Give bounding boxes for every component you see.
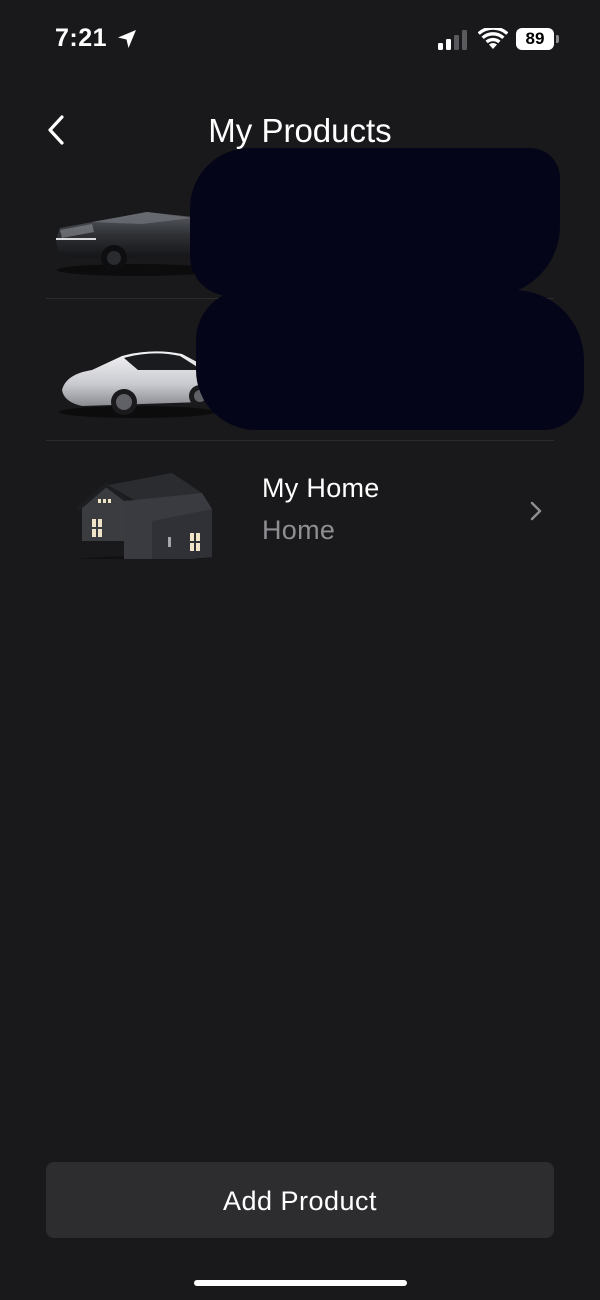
my-products-screen: 7:21 89 My Products My Home Home Add Pro… bbox=[0, 0, 600, 1300]
location-arrow-icon bbox=[118, 30, 136, 48]
product-subtitle: Home bbox=[262, 515, 336, 545]
model-3-car-image bbox=[59, 351, 219, 418]
cybertruck-image bbox=[56, 212, 220, 276]
status-time: 7:21 bbox=[55, 24, 108, 52]
battery-level: 89 bbox=[525, 29, 545, 48]
divider bbox=[46, 298, 554, 299]
product-row-cybertruck[interactable] bbox=[46, 160, 554, 300]
battery-icon: 89 bbox=[516, 28, 554, 50]
chevron-right-icon bbox=[530, 360, 542, 380]
chevron-right-icon bbox=[530, 220, 542, 240]
cellular-signal-icon bbox=[438, 30, 467, 50]
status-bar: 7:21 89 bbox=[0, 0, 600, 80]
wifi-icon bbox=[478, 28, 508, 49]
battery-nub bbox=[556, 35, 559, 43]
product-name: My Home bbox=[262, 473, 380, 503]
chevron-right-icon bbox=[530, 501, 542, 521]
page-title: My Products bbox=[208, 112, 392, 149]
product-row-model-3[interactable] bbox=[46, 300, 554, 440]
home-indicator[interactable] bbox=[194, 1280, 407, 1286]
product-row-my-home[interactable]: My Home Home bbox=[46, 441, 554, 581]
add-product-button[interactable]: Add Product bbox=[46, 1162, 554, 1238]
solar-house-image bbox=[76, 473, 212, 559]
